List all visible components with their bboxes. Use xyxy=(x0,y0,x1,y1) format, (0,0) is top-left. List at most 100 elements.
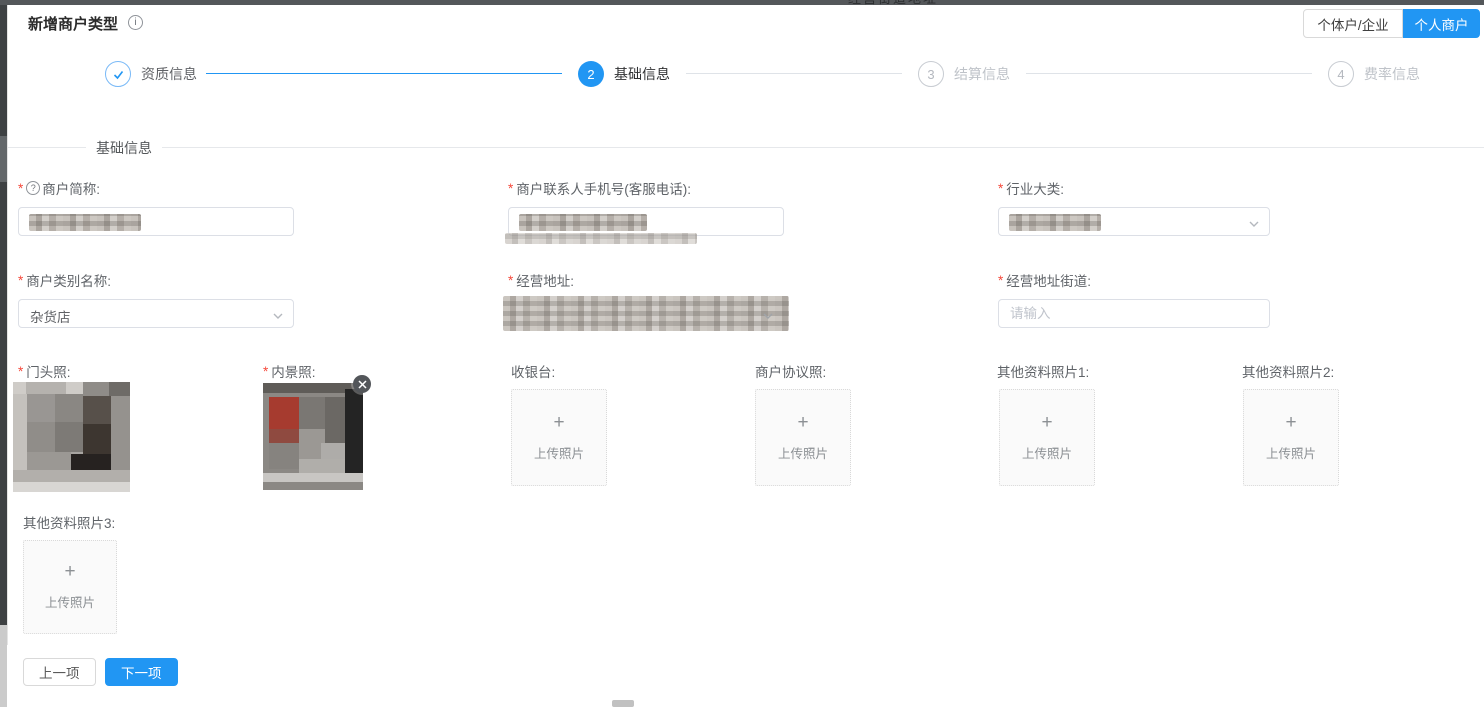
field-label-merchant-category-name: * 商户类别名称: xyxy=(18,270,111,290)
section-title: 基础信息 xyxy=(86,138,162,158)
field-label-merchant-short-name: * ? 商户简称: xyxy=(18,178,100,198)
storefront-photo-thumbnail[interactable] xyxy=(13,382,130,492)
upload-box-text: 上传照片 xyxy=(534,443,584,462)
field-label-text: 商户联系人手机号(客服电话): xyxy=(516,178,691,198)
merchant-short-name-input[interactable] xyxy=(18,207,294,236)
step-2-label: 基础信息 xyxy=(614,64,670,84)
upload-label-text: 其他资料照片2: xyxy=(1242,361,1334,381)
upload-box-cashier[interactable]: + 上传照片 xyxy=(511,389,607,486)
panel-left-border xyxy=(7,5,8,645)
step-3-label: 结算信息 xyxy=(954,64,1010,84)
industry-category-select[interactable] xyxy=(998,207,1270,236)
plus-icon: + xyxy=(1041,414,1052,432)
left-scrollbar-thumb[interactable] xyxy=(0,136,7,182)
chevron-down-icon xyxy=(1248,217,1260,235)
required-mark: * xyxy=(998,273,1003,288)
required-mark: * xyxy=(18,181,23,196)
step-3-number: 3 xyxy=(918,61,944,87)
required-mark: * xyxy=(263,364,268,379)
upload-label-cashier: 收银台: xyxy=(511,361,555,381)
merchant-type-personal-button[interactable]: 个人商户 xyxy=(1403,9,1480,38)
upload-label-other-3: 其他资料照片3: xyxy=(23,512,115,532)
step-1-check-icon xyxy=(105,61,131,87)
next-step-button[interactable]: 下一项 xyxy=(105,658,178,686)
required-mark: * xyxy=(508,273,513,288)
field-label-text: 商户类别名称: xyxy=(26,270,111,290)
background-top-strip: 经营街道地址 xyxy=(0,0,1484,5)
street-text-input[interactable] xyxy=(999,300,1269,327)
upload-label-storefront: * 门头照: xyxy=(18,361,71,381)
field-label-contact-phone: * 商户联系人手机号(客服电话): xyxy=(508,178,691,198)
upload-box-text: 上传照片 xyxy=(1022,443,1072,462)
plus-icon: + xyxy=(797,414,808,432)
background-left-strip-bottom xyxy=(0,625,7,707)
field-label-text: 商户简称: xyxy=(42,178,100,198)
background-overlay-text: 经营街道地址 xyxy=(848,0,938,5)
interior-photo-thumbnail[interactable] xyxy=(263,383,363,490)
upload-label-interior: * 内景照: xyxy=(263,361,316,381)
chevron-down-icon xyxy=(272,309,284,327)
chevron-down-icon xyxy=(762,309,774,327)
redacted-value xyxy=(1009,214,1101,231)
plus-icon: + xyxy=(64,563,75,581)
previous-step-button[interactable]: 上一项 xyxy=(23,658,96,686)
plus-icon: + xyxy=(553,414,564,432)
upload-box-text: 上传照片 xyxy=(778,443,828,462)
upload-label-text: 门头照: xyxy=(26,361,70,381)
business-address-street-input[interactable] xyxy=(998,299,1270,328)
upload-label-text: 其他资料照片1: xyxy=(997,361,1089,381)
upload-box-other-3[interactable]: + 上传照片 xyxy=(23,540,117,634)
field-label-text: 行业大类: xyxy=(1006,178,1064,198)
upload-label-text: 其他资料照片3: xyxy=(23,512,115,532)
merchant-category-name-select[interactable]: 杂货店 xyxy=(18,299,294,328)
info-icon[interactable]: i xyxy=(128,15,143,30)
upload-label-agreement: 商户协议照: xyxy=(755,361,826,381)
section-divider: 基础信息 xyxy=(8,147,1484,148)
plus-icon: + xyxy=(1285,414,1296,432)
step-2-number: 2 xyxy=(578,61,604,87)
upload-label-text: 收银台: xyxy=(511,361,555,381)
upload-label-text: 内景照: xyxy=(271,361,315,381)
upload-box-text: 上传照片 xyxy=(1266,443,1316,462)
redacted-value xyxy=(29,214,141,231)
contact-phone-input[interactable] xyxy=(508,207,784,236)
business-address-cascader[interactable] xyxy=(508,299,784,328)
screen: 经营街道地址 新增商户类型 i 个体户/企业 个人商户 资质信息 2 基础信息 … xyxy=(0,0,1484,707)
required-mark: * xyxy=(508,181,513,196)
help-icon[interactable]: ? xyxy=(26,181,40,195)
redacted-value xyxy=(503,296,789,331)
step-4-label: 费率信息 xyxy=(1364,64,1420,84)
step-1-qualification[interactable]: 资质信息 xyxy=(105,61,197,87)
field-label-text: 经营地址: xyxy=(516,270,574,290)
required-mark: * xyxy=(998,181,1003,196)
upload-label-other-1: 其他资料照片1: xyxy=(997,361,1089,381)
step-3-settlement[interactable]: 3 结算信息 xyxy=(918,61,1010,87)
field-label-business-address: * 经营地址: xyxy=(508,270,574,290)
step-4-rate[interactable]: 4 费率信息 xyxy=(1328,61,1420,87)
step-2-basic-info[interactable]: 2 基础信息 xyxy=(578,61,670,87)
step-connector-1-2 xyxy=(206,73,562,74)
selected-value: 杂货店 xyxy=(30,306,71,326)
step-connector-3-4 xyxy=(1026,73,1312,74)
remove-photo-icon[interactable] xyxy=(353,375,371,393)
upload-box-agreement[interactable]: + 上传照片 xyxy=(755,389,851,486)
merchant-type-individual-business-button[interactable]: 个体户/企业 xyxy=(1303,9,1403,38)
redacted-value xyxy=(519,214,647,231)
step-connector-2-3 xyxy=(686,73,902,74)
upload-box-text: 上传照片 xyxy=(45,592,95,611)
redaction-artifact xyxy=(505,233,697,244)
upload-box-other-2[interactable]: + 上传照片 xyxy=(1243,389,1339,486)
step-1-label: 资质信息 xyxy=(141,64,197,84)
upload-label-other-2: 其他资料照片2: xyxy=(1242,361,1334,381)
step-4-number: 4 xyxy=(1328,61,1354,87)
bottom-scrollbar-thumb[interactable] xyxy=(612,700,634,707)
page-title: 新增商户类型 xyxy=(28,13,118,34)
field-label-business-address-street: * 经营地址街道: xyxy=(998,270,1091,290)
upload-box-other-1[interactable]: + 上传照片 xyxy=(999,389,1095,486)
field-label-text: 经营地址街道: xyxy=(1006,270,1091,290)
field-label-industry-category: * 行业大类: xyxy=(998,178,1064,198)
required-mark: * xyxy=(18,273,23,288)
merchant-type-switch: 个体户/企业 个人商户 xyxy=(1303,9,1480,38)
background-left-strip xyxy=(0,0,7,625)
upload-label-text: 商户协议照: xyxy=(755,361,826,381)
